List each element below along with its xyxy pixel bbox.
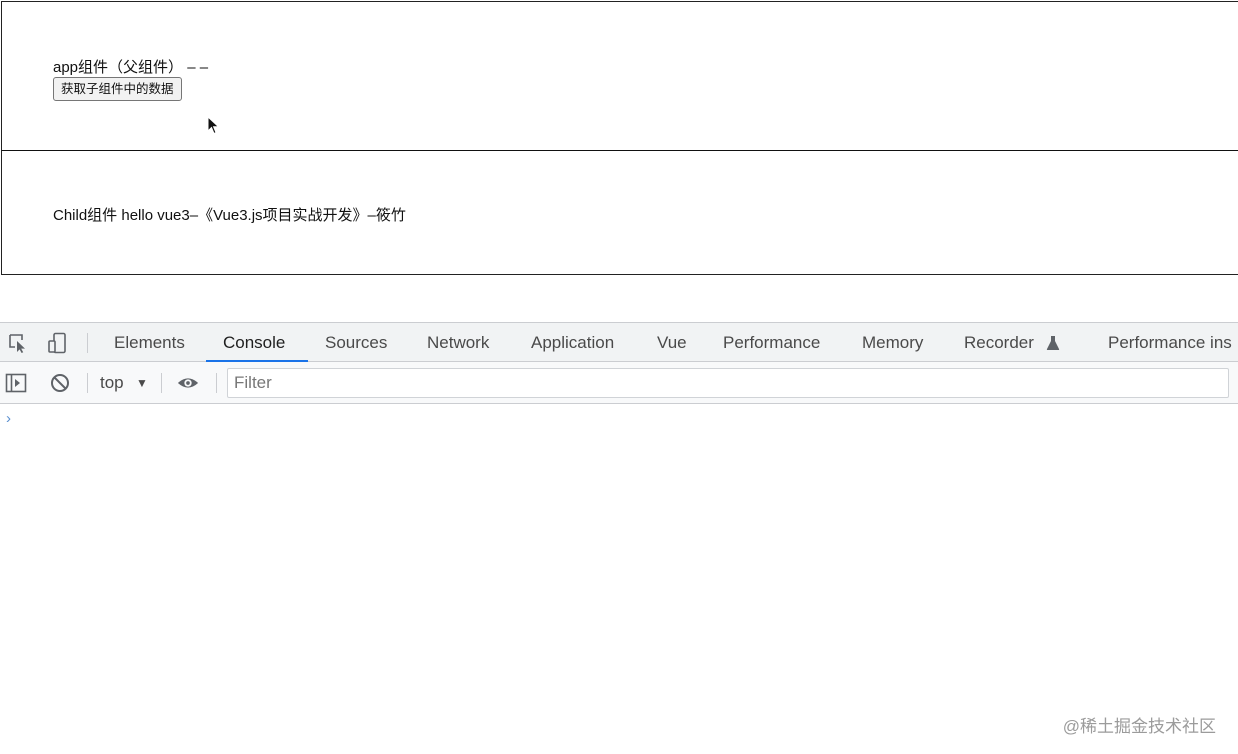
get-child-data-button[interactable]: 获取子组件中的数据 bbox=[53, 77, 182, 101]
toolbar-divider bbox=[161, 373, 162, 393]
console-toolbar: top ▼ bbox=[0, 362, 1238, 404]
tab-network[interactable]: Network bbox=[427, 323, 489, 362]
parent-component-box: app组件（父组件） – – 获取子组件中的数据 bbox=[1, 1, 1238, 151]
toolbar-divider bbox=[216, 373, 217, 393]
tab-elements[interactable]: Elements bbox=[114, 323, 185, 362]
tab-sources[interactable]: Sources bbox=[325, 323, 387, 362]
tab-performance[interactable]: Performance bbox=[723, 323, 820, 362]
child-component-box: Child组件 hello vue3–《Vue3.js项目实战开发》–筱竹 bbox=[1, 150, 1238, 275]
tab-performance-insights[interactable]: Performance ins bbox=[1108, 323, 1232, 362]
child-component-text: Child组件 hello vue3–《Vue3.js项目实战开发》–筱竹 bbox=[53, 207, 406, 224]
toolbar-divider bbox=[87, 373, 88, 393]
chevron-down-icon: ▼ bbox=[136, 376, 148, 390]
console-prompt-icon[interactable]: › bbox=[6, 410, 11, 427]
toolbar-divider bbox=[87, 333, 88, 353]
device-toolbar-icon[interactable] bbox=[47, 332, 69, 354]
tab-recorder[interactable]: Recorder bbox=[964, 323, 1034, 362]
filter-input[interactable] bbox=[227, 368, 1229, 398]
tab-memory[interactable]: Memory bbox=[862, 323, 923, 362]
tab-console[interactable]: Console bbox=[223, 323, 285, 362]
devtools-panel: Elements Console Sources Network Applica… bbox=[0, 322, 1238, 754]
devtools-tab-bar: Elements Console Sources Network Applica… bbox=[0, 322, 1238, 362]
mouse-pointer-icon bbox=[207, 116, 220, 135]
watermark: @稀土掘金技术社区 bbox=[1062, 717, 1216, 736]
flask-icon bbox=[1046, 336, 1060, 350]
tab-vue[interactable]: Vue bbox=[657, 323, 687, 362]
clear-console-icon[interactable] bbox=[49, 372, 71, 394]
show-sidebar-icon[interactable] bbox=[5, 372, 27, 394]
app-component-text: app组件（父组件） – – bbox=[53, 59, 209, 76]
context-selector[interactable]: top bbox=[100, 362, 124, 404]
inspect-element-icon[interactable] bbox=[7, 332, 29, 354]
live-expression-eye-icon[interactable] bbox=[177, 372, 199, 394]
tab-application[interactable]: Application bbox=[531, 323, 614, 362]
